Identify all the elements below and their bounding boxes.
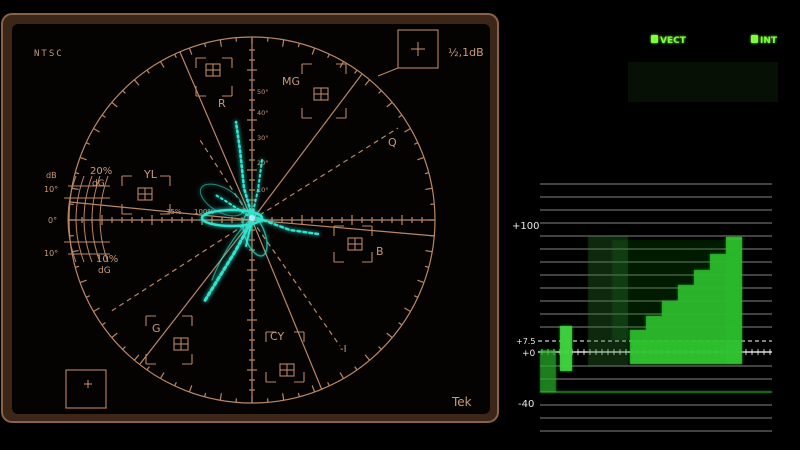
scale-0deg-label: 0° bbox=[48, 216, 57, 225]
scale-10pct-label: 10% bbox=[96, 254, 118, 265]
mg-target-label: MG bbox=[282, 75, 300, 88]
vect-button[interactable]: VECT bbox=[651, 35, 687, 46]
vect-indicator-icon bbox=[651, 35, 658, 43]
phase-label-50: 50° bbox=[257, 88, 269, 96]
scale-20pct-label: 20% bbox=[90, 166, 112, 177]
i-axis-label: -I bbox=[340, 344, 347, 355]
scale-dg-bottom-label: dG bbox=[98, 266, 111, 276]
g-target-label: G bbox=[152, 322, 161, 335]
pct75-label: 75% bbox=[166, 208, 182, 216]
monitor-buttons: VECT INT bbox=[628, 35, 778, 102]
phase-label-40: 40° bbox=[257, 109, 269, 117]
scale-10deg-label: 10° bbox=[44, 185, 58, 194]
waveform-label-neg40: -40 bbox=[518, 399, 534, 410]
scale-10deg-low-label: 10° bbox=[44, 249, 58, 258]
wf-noise-band-2 bbox=[612, 240, 742, 340]
standard-label: NTSC bbox=[34, 49, 64, 59]
waveform-monitor-display: NTSC ½,1dB R MG B CY G YL Q -I 50° 40° 3… bbox=[1, 13, 778, 432]
wf-sync-pulse bbox=[540, 350, 556, 392]
waveform-label-0: +0 bbox=[522, 349, 536, 359]
cy-target-label: CY bbox=[270, 330, 284, 343]
trace-center-dot bbox=[249, 215, 255, 221]
phase-label-30: 30° bbox=[257, 134, 269, 142]
scale-db-label: dB bbox=[46, 171, 57, 180]
scale-dg-top-label: dG bbox=[92, 179, 105, 189]
vect-button-label: VECT bbox=[660, 36, 687, 46]
vectorscope-panel: NTSC ½,1dB R MG B CY G YL Q -I 50° 40° 3… bbox=[1, 13, 499, 423]
wf-burst bbox=[560, 326, 572, 371]
gain-label: ½,1dB bbox=[448, 46, 484, 59]
waveform-panel: +100 +7.5 +0 -40 bbox=[512, 183, 772, 432]
waveform-label-100: +100 bbox=[512, 221, 539, 232]
q-axis-label: Q bbox=[388, 136, 397, 149]
r-target-label: R bbox=[218, 97, 226, 110]
int-indicator-icon bbox=[751, 35, 758, 43]
waveform-label-7-5: +7.5 bbox=[516, 337, 535, 346]
yl-target-label: YL bbox=[143, 168, 158, 181]
int-button-label: INT bbox=[760, 36, 778, 46]
button-reflection bbox=[628, 62, 778, 102]
brand-label: Tek bbox=[451, 395, 472, 409]
int-button[interactable]: INT bbox=[751, 35, 778, 46]
b-target-label: B bbox=[376, 245, 384, 258]
